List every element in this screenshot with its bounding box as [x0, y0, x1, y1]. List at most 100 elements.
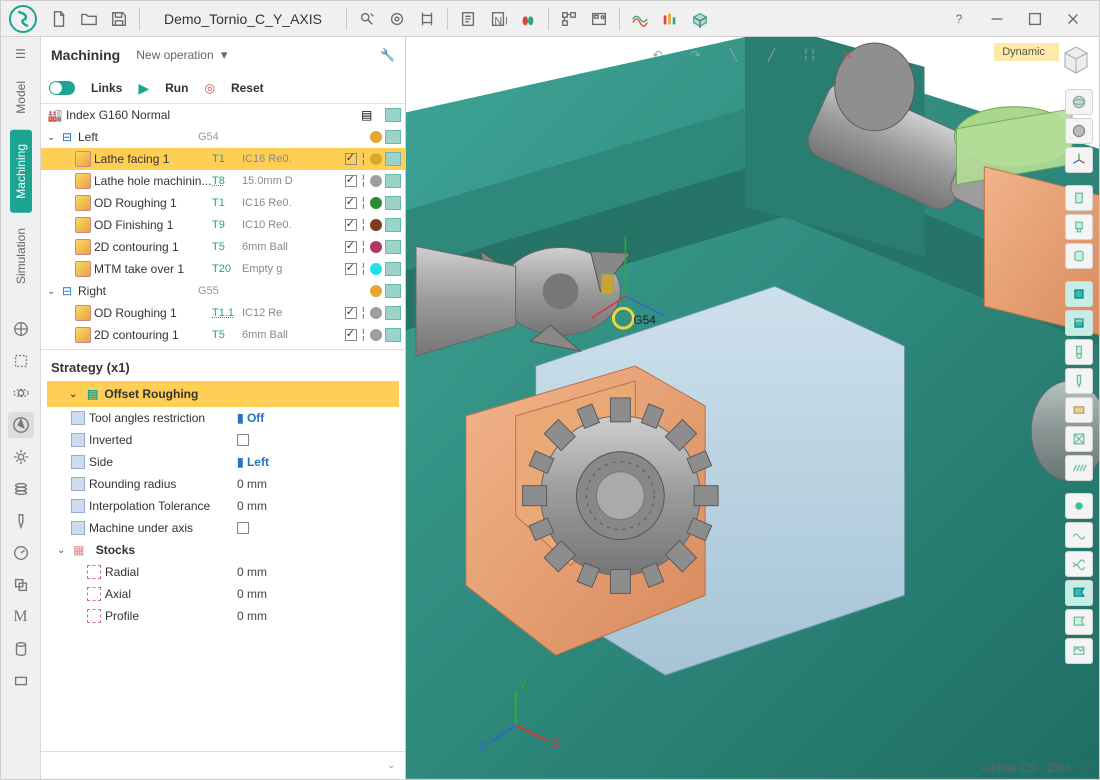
vpr-holder-icon[interactable]	[1065, 397, 1093, 423]
vpr-flag2-icon[interactable]	[1065, 609, 1093, 635]
close-button[interactable]	[1055, 5, 1091, 33]
new-operation-dropdown[interactable]: New operation ▾	[126, 47, 227, 63]
collapse-icon[interactable]: ⌄	[387, 760, 399, 771]
measure-icon[interactable]: ╎╎	[798, 43, 822, 67]
tree-row[interactable]: ⌄⊟LeftG54	[41, 126, 405, 148]
view-mode-dropdown[interactable]: Dynamic	[994, 43, 1059, 61]
side-icon-dotted[interactable]	[8, 348, 34, 374]
strategy-param-row[interactable]: Interpolation Tolerance0 mm	[47, 495, 399, 517]
side-icon-drill[interactable]	[8, 508, 34, 534]
maximize-button[interactable]	[1017, 5, 1053, 33]
toolbar-icon-7[interactable]	[555, 5, 583, 33]
tree-row[interactable]: Lathe facing 1T1IC16 Re0.╎	[41, 148, 405, 170]
menu-icon[interactable]: ☰	[7, 43, 35, 65]
vpr-flag3-icon[interactable]	[1065, 638, 1093, 664]
side-icon-stacks[interactable]	[8, 476, 34, 502]
reset-icon[interactable]: ◎	[204, 81, 214, 95]
minimize-button[interactable]	[979, 5, 1015, 33]
reset-label[interactable]: Reset	[231, 81, 264, 95]
strategy-param-row[interactable]: Tool angles restriction▮ Off	[47, 407, 399, 429]
strategy-param-row[interactable]: Rounding radius0 mm	[47, 473, 399, 495]
side-icon-gear[interactable]	[8, 444, 34, 470]
tab-simulation[interactable]: Simulation	[10, 214, 32, 298]
tree-row[interactable]: 2D contouring 1T56mm Ball╎	[41, 324, 405, 343]
vpr-wave2-icon[interactable]	[1065, 551, 1093, 577]
delete-icon[interactable]: ✕	[836, 43, 860, 67]
vpr-tool2-icon[interactable]	[1065, 368, 1093, 394]
save-button[interactable]	[105, 5, 133, 33]
tree-row[interactable]: 2D contouring 1T56mm Ball╎	[41, 236, 405, 258]
tree-row[interactable]: ⌄⊟RightG55	[41, 280, 405, 302]
vpr-hatch-icon[interactable]	[1065, 455, 1093, 481]
vpr-cyl2-icon[interactable]	[1065, 214, 1093, 240]
toolbar-icon-11[interactable]	[686, 5, 714, 33]
side-icon-target[interactable]	[8, 316, 34, 342]
help-button[interactable]: ?	[941, 5, 977, 33]
side-icon-cylinder[interactable]	[8, 636, 34, 662]
new-file-button[interactable]	[45, 5, 73, 33]
stock-param-row[interactable]: Radial0 mm	[47, 561, 399, 583]
run-label[interactable]: Run	[165, 81, 188, 95]
svg-text:G54: G54	[633, 313, 656, 327]
side-icon-copy[interactable]	[8, 572, 34, 598]
strategy-name-row[interactable]: ⌄ ▤ Offset Roughing	[47, 381, 399, 407]
vpr-stock2-icon[interactable]	[1065, 310, 1093, 336]
tree-row[interactable]: 🏭Index G160 Normal▤	[41, 104, 405, 126]
undo-icon[interactable]: ↶	[646, 43, 670, 67]
curve-right-icon[interactable]: ╱	[760, 43, 784, 67]
operation-tree[interactable]: 🏭Index G160 Normal▤ ⌄⊟LeftG54Lathe facin…	[41, 103, 405, 343]
toolbar-icon-10[interactable]	[656, 5, 684, 33]
vpr-shade-icon[interactable]	[1065, 118, 1093, 144]
open-file-button[interactable]	[75, 5, 103, 33]
run-icon[interactable]: ▶	[138, 80, 149, 97]
wrench-icon[interactable]: 🔧	[380, 48, 395, 62]
vpr-axes-icon[interactable]	[1065, 147, 1093, 173]
tree-row[interactable]: Lathe hole machinin...T815.0mm D╎	[41, 170, 405, 192]
strategy-param-row[interactable]: Side▮ Left	[47, 451, 399, 473]
coordinate-system-label[interactable]: Global CS	[982, 761, 1037, 775]
toolbar-icon-6[interactable]	[514, 5, 542, 33]
stocks-label[interactable]: Stocks	[96, 543, 135, 557]
panel-title: Machining	[51, 47, 120, 63]
side-icon-m[interactable]: M	[8, 604, 34, 630]
tree-row[interactable]: OD Roughing 1T1IC16 Re0.╎	[41, 192, 405, 214]
vpr-tool1-icon[interactable]	[1065, 339, 1093, 365]
toolbar-icon-5[interactable]: N.I	[484, 5, 512, 33]
tree-row[interactable]: OD Finishing 1T9IC10 Re0.╎	[41, 214, 405, 236]
zoom-label[interactable]: 23%	[1047, 761, 1071, 775]
strategy-param-row[interactable]: Inverted	[47, 429, 399, 451]
vpr-cyl1-icon[interactable]	[1065, 185, 1093, 211]
tree-row[interactable]: MTM take over 1T20Empty g╎	[41, 258, 405, 280]
vpr-sphere-icon[interactable]	[1065, 89, 1093, 115]
vpr-flag1-icon[interactable]	[1065, 580, 1093, 606]
vpr-stock1-icon[interactable]	[1065, 281, 1093, 307]
redo-icon[interactable]: ↷	[684, 43, 708, 67]
toolbar-icon-3[interactable]	[413, 5, 441, 33]
toolbar-icon-9[interactable]	[626, 5, 654, 33]
toolbar-icon-2[interactable]	[383, 5, 411, 33]
stock-param-row[interactable]: Profile0 mm	[47, 605, 399, 627]
toolbar-icon-1[interactable]	[353, 5, 381, 33]
tree-row[interactable]: OD Roughing 1T1.1IC12 Re╎	[41, 302, 405, 324]
vpr-dot-icon[interactable]	[1065, 493, 1093, 519]
viewport-3d[interactable]: G54 X Y Z	[406, 37, 1099, 779]
vpr-fixture-icon[interactable]	[1065, 426, 1093, 452]
vpr-cyl3-icon[interactable]	[1065, 243, 1093, 269]
strategy-panel: ⌄ ▤ Offset Roughing Tool angles restrict…	[41, 381, 405, 627]
view-cube[interactable]	[1059, 43, 1093, 77]
curve-left-icon[interactable]: ╲	[722, 43, 746, 67]
links-toggle[interactable]	[49, 81, 75, 95]
viewport-status-bar: Global CS 23% ⛶	[982, 760, 1089, 775]
tab-machining[interactable]: Machining	[10, 130, 32, 213]
side-icon-gauge[interactable]	[8, 540, 34, 566]
toolbar-icon-8[interactable]	[585, 5, 613, 33]
stock-param-row[interactable]: Axial0 mm	[47, 583, 399, 605]
toolbar-icon-4[interactable]	[454, 5, 482, 33]
side-icon-compass[interactable]	[8, 412, 34, 438]
side-icon-orbit[interactable]	[8, 380, 34, 406]
tab-model[interactable]: Model	[10, 67, 32, 128]
vpr-wave1-icon[interactable]	[1065, 522, 1093, 548]
expand-icon[interactable]: ⛶	[1081, 760, 1089, 775]
strategy-param-row[interactable]: Machine under axis	[47, 517, 399, 539]
side-icon-rect[interactable]	[8, 668, 34, 694]
